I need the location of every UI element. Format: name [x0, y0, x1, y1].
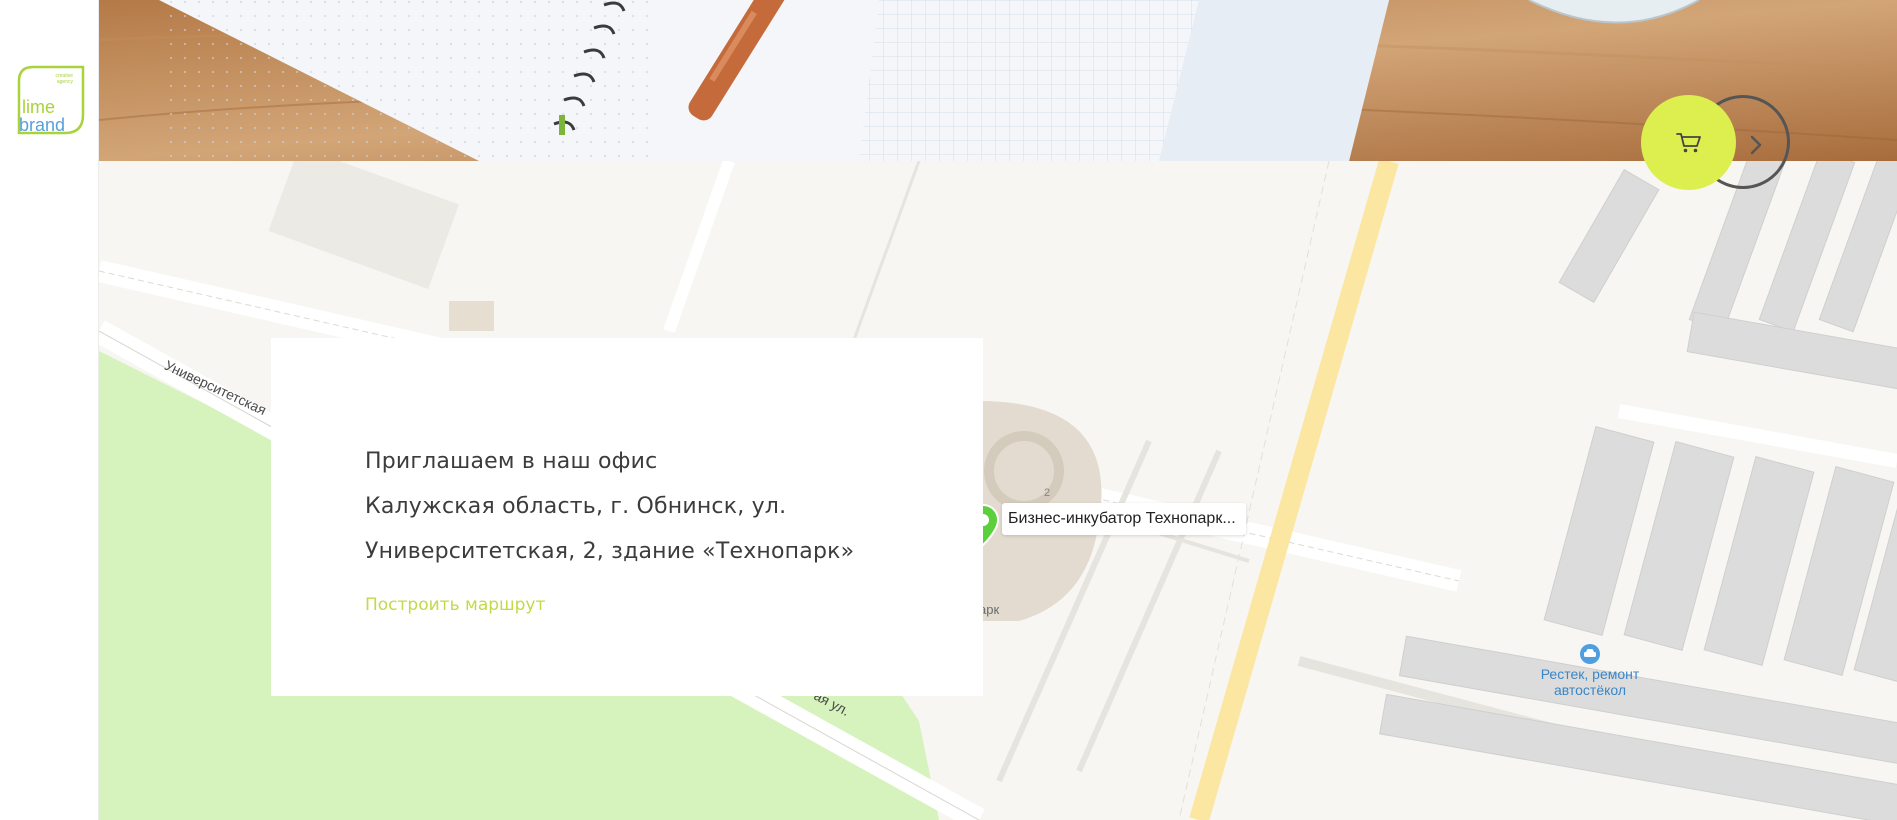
svg-text:agency: agency [57, 79, 74, 85]
service-label-line2: автостёкол [1553, 682, 1627, 698]
build-route-link[interactable]: Построить маршрут [365, 595, 545, 615]
svg-text:lime: lime [22, 97, 55, 117]
chevron-right-icon [1750, 135, 1762, 155]
svg-text:brand: brand [19, 115, 65, 135]
logo-mark: creative agency lime brand [17, 65, 85, 135]
cart-button[interactable] [1641, 95, 1736, 190]
left-rail: creative agency lime brand [0, 0, 99, 820]
poi-label[interactable]: Бизнес-инкубатор Технопарк... [1002, 503, 1246, 535]
office-address-line1: Калужская область, г. Обнинск, ул. [365, 494, 787, 519]
service-label-line1: Рестек, ремонт [1540, 666, 1640, 682]
hero-image [99, 0, 1897, 161]
office-address-line2: Университетская, 2, здание «Технопарк» [365, 539, 855, 564]
office-heading: Приглашаем в наш офис [365, 449, 658, 474]
office-info-card: Приглашаем в наш офис Калужская область,… [271, 338, 983, 696]
service-label[interactable]: Рестек, ремонт автостёкол [1519, 666, 1661, 698]
brand-logo[interactable]: creative agency lime brand [15, 63, 87, 135]
cart-icon [1675, 132, 1701, 152]
building-number: 2 [1044, 487, 1051, 499]
